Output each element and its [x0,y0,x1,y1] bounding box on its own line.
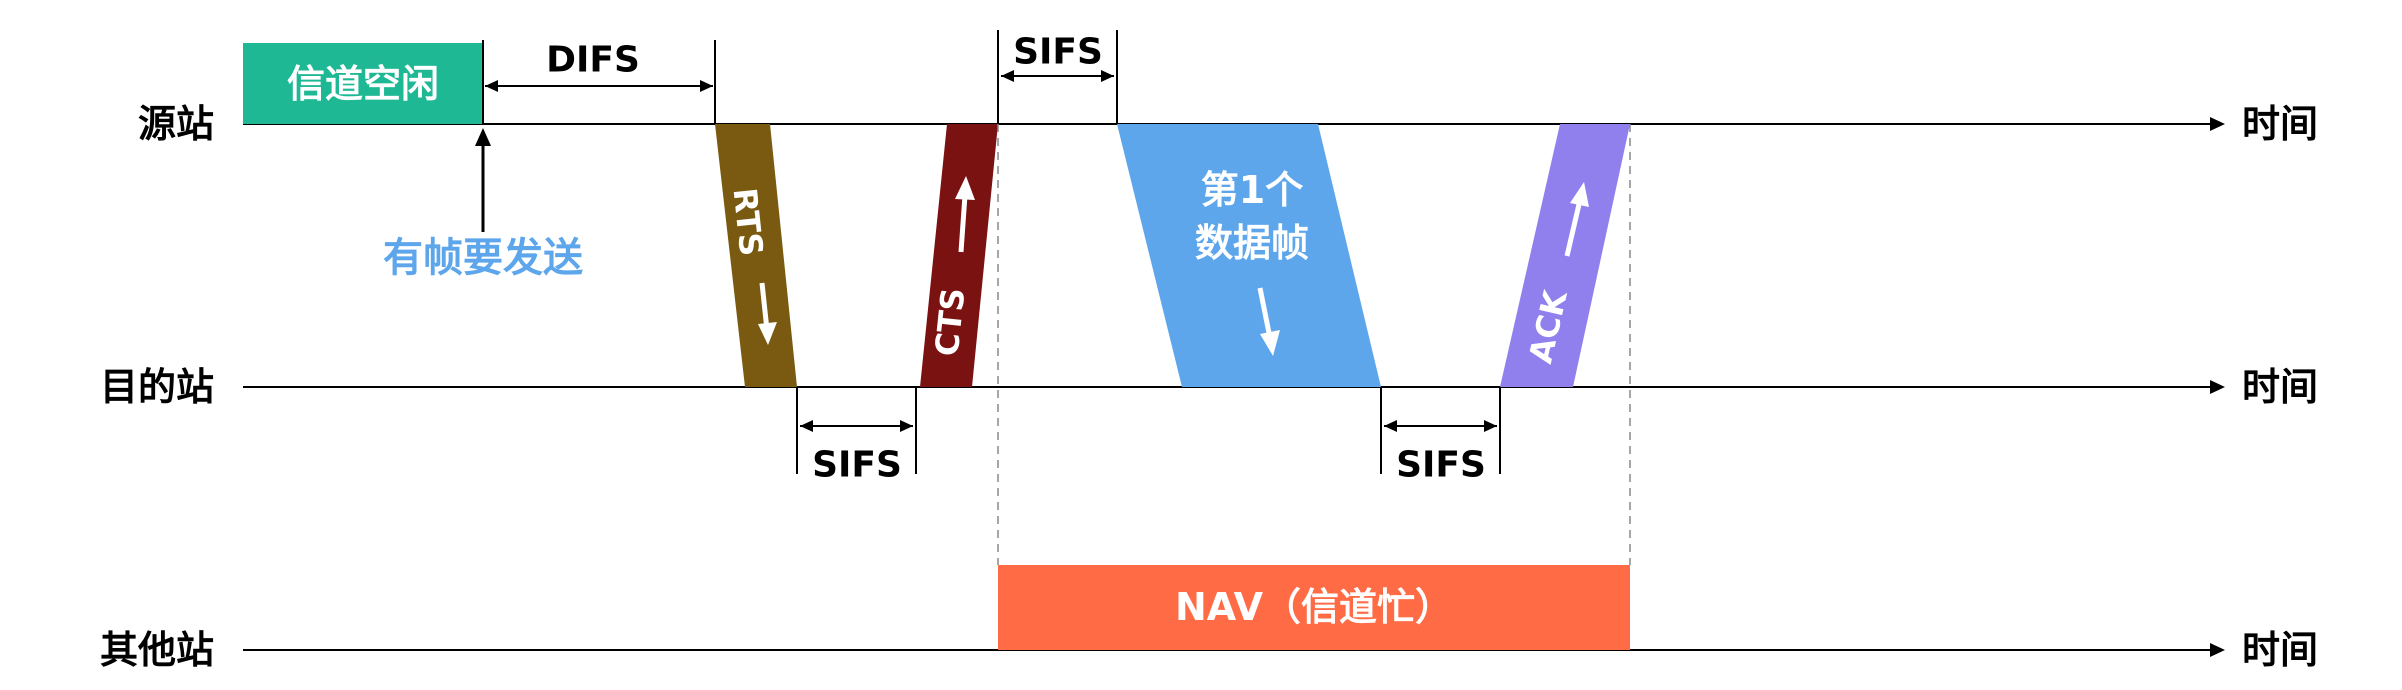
difs-arrow-left-icon [485,80,498,92]
channel-idle-label: 信道空闲 [287,62,439,106]
rts-frame [715,124,797,387]
sifs1-arrow-right-icon [900,420,913,432]
row-label-others: 其他站 [100,628,214,672]
rts-label: RTS [726,186,771,258]
sifs2-arrow-left-icon [1001,70,1014,82]
sifs3-arrow-left-icon [1384,420,1397,432]
data-frame-label-line1: 第1个 [1201,168,1303,212]
sifs3-label: SIFS [1396,445,1486,486]
data-frame-label-line2: 数据帧 [1195,221,1309,265]
sifs1-label: SIFS [812,445,902,486]
sifs1-arrow-left-icon [800,420,813,432]
time-label-destination: 时间 [2242,365,2318,409]
csma-ca-rts-cts-timing-diagram: 源站 目的站 其他站 时间 时间 时间 信道空闲 DIFS 有帧要发送 RTS … [100,30,2318,672]
row-label-source: 源站 [138,102,214,146]
frame-to-send-arrow-head-icon [475,128,491,146]
sifs2-arrow-right-icon [1101,70,1114,82]
others-timeline-arrow-icon [2210,643,2225,657]
source-timeline-arrow-icon [2210,117,2225,131]
frame-to-send-label: 有帧要发送 [383,235,583,281]
time-label-source: 时间 [2242,102,2318,146]
nav-label: NAV（信道忙） [1175,585,1453,629]
row-label-destination: 目的站 [100,365,214,409]
time-label-others: 时间 [2242,628,2318,672]
difs-arrow-right-icon [700,80,713,92]
sifs2-label: SIFS [1013,32,1103,73]
destination-timeline-arrow-icon [2210,380,2225,394]
cts-label: CTS [928,286,973,358]
sifs3-arrow-right-icon [1484,420,1497,432]
difs-label: DIFS [546,40,640,81]
